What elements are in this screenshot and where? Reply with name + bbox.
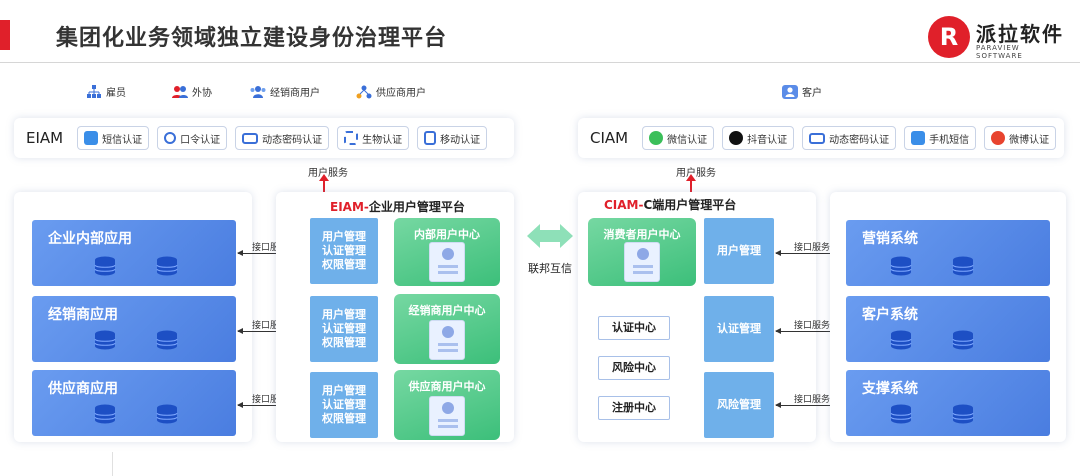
auth-chip-weibo[interactable]: 微博认证 [984,126,1057,150]
mobile-icon [424,131,437,145]
weibo-icon [991,131,1006,145]
header-divider [0,62,1080,63]
center-consumer-users[interactable]: 消费者用户中心 [588,218,696,286]
app-card-label: 供应商应用 [48,381,118,397]
douyin-icon [729,131,744,145]
auth-chip-otp[interactable]: 动态密码认证 [802,126,897,150]
users-icon [172,85,188,98]
app-card-label: 企业内部应用 [48,231,132,247]
eiam-mgmt-block-2[interactable]: 用户管理 认证管理 权限管理 [310,296,378,362]
eiam-mgmt-block-1[interactable]: 用户管理 认证管理 权限管理 [310,218,378,284]
interface-label: 接口服务 [794,321,831,331]
database-icon [156,404,178,424]
auth-chip-douyin[interactable]: 抖音认证 [722,126,795,150]
user-type-supplier: 供应商用户 [356,84,426,99]
ciam-bar-title: CIAM [590,129,629,147]
eiam-mgmt-block-3[interactable]: 用户管理 认证管理 权限管理 [310,372,378,438]
logo-subtitle: PARAVIEW SOFTWARE [976,44,1023,60]
center-dealer-users[interactable]: 经销商用户中心 [394,294,500,364]
app-card-supplier[interactable]: 供应商应用 [32,370,236,436]
auth-chip-password[interactable]: 口令认证 [157,126,228,150]
face-id-icon [344,131,359,145]
user-type-label: 经销商用户 [270,88,320,99]
user-card-icon [624,242,660,282]
user-type-dealer: 经销商用户 [250,84,320,99]
eiam-bar-title: EIAM [26,129,64,147]
auth-chip-wechat[interactable]: 微信认证 [642,126,715,150]
message-icon [911,131,926,145]
system-card-label: 客户系统 [862,307,918,323]
network-icon [356,85,372,98]
app-card-label: 经销商应用 [48,307,118,323]
user-type-employee: 雇员 [86,84,126,99]
database-icon [890,330,912,350]
sms-icon [84,131,99,145]
wechat-icon [649,131,664,145]
otp-icon [809,132,826,144]
user-card-icon [429,396,465,436]
otp-icon [242,132,259,144]
system-card-customer[interactable]: 客户系统 [846,296,1050,362]
logo-text: 派拉软件 [976,22,1064,46]
center-supplier-users[interactable]: 供应商用户中心 [394,370,500,440]
auth-chip-sms[interactable]: 短信认证 [77,126,150,150]
eiam-platform-title: EIAM-企业用户管理平台 [330,200,465,214]
app-card-internal[interactable]: 企业内部应用 [32,220,236,286]
user-type-label: 雇员 [106,88,126,99]
auth-chip-mobile[interactable]: 移动认证 [417,126,488,150]
database-icon [94,256,116,276]
eiam-auth-bar: EIAM 短信认证 口令认证 动态密码认证 生物认证 移动认证 [14,118,514,158]
auth-chip-otp[interactable]: 动态密码认证 [235,126,330,150]
database-icon [94,404,116,424]
system-card-label: 支撑系统 [862,381,918,397]
database-icon [156,330,178,350]
group-icon [250,85,266,98]
user-type-label: 外协 [192,88,212,99]
database-icon [952,330,974,350]
ciam-platform-title: CIAM-C端用户管理平台 [604,198,737,212]
database-icon [952,404,974,424]
system-card-marketing[interactable]: 营销系统 [846,220,1050,286]
auth-chip-biometric[interactable]: 生物认证 [337,126,410,150]
interface-label: 接口服务 [794,395,831,405]
register-center-box[interactable]: 注册中心 [598,396,670,420]
user-type-label: 客户 [802,88,822,99]
customer-icon [782,84,798,99]
risk-center-box[interactable]: 风险中心 [598,356,670,380]
person-icon [164,132,177,144]
user-card-icon [429,242,465,282]
ciam-risk-mgmt-block[interactable]: 风险管理 [704,372,774,438]
database-icon [156,256,178,276]
system-card-label: 营销系统 [862,231,918,247]
app-card-dealer[interactable]: 经销商应用 [32,296,236,362]
federation-label: 联邦互信 [528,262,572,275]
database-icon [890,404,912,424]
federation-link: 联邦互信 [520,222,580,276]
brand-logo: R 派拉软件 PARAVIEW SOFTWARE [928,14,1068,60]
user-type-contractor: 外协 [172,84,212,99]
ciam-auth-mgmt-block[interactable]: 认证管理 [704,296,774,362]
ciam-user-mgmt-block[interactable]: 用户管理 [704,218,774,284]
page-title: 集团化业务领域独立建设身份治理平台 [56,26,448,51]
user-type-label: 供应商用户 [376,88,426,99]
bottom-guide-line [112,452,113,476]
user-type-customer: 客户 [782,84,822,99]
org-chart-icon [87,84,101,98]
user-card-icon [429,320,465,360]
ciam-auth-bar: CIAM 微信认证 抖音认证 动态密码认证 手机短信 微博认证 [578,118,1064,158]
database-icon [94,330,116,350]
system-card-support[interactable]: 支撑系统 [846,370,1050,436]
bidirectional-arrow-icon [527,224,573,248]
interface-label: 接口服务 [794,243,831,253]
ciam-user-service-label: 用户服务 [676,168,716,179]
database-icon [952,256,974,276]
auth-center-box[interactable]: 认证中心 [598,316,670,340]
logo-mark-icon: R [928,16,970,58]
auth-chip-phone-sms[interactable]: 手机短信 [904,126,977,150]
header-accent-bar [0,20,10,50]
database-icon [890,256,912,276]
center-internal-users[interactable]: 内部用户中心 [394,218,500,286]
